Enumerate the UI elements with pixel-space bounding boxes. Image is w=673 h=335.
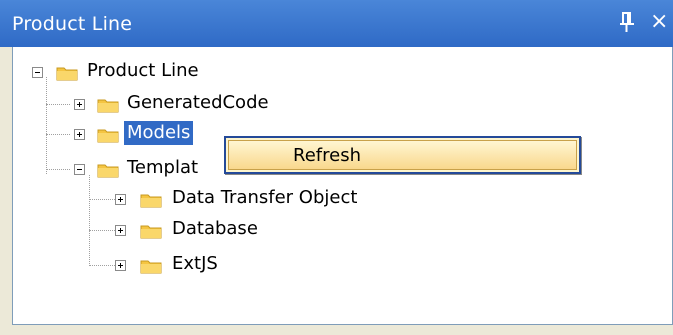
context-menu-refresh[interactable]: Refresh <box>228 140 577 170</box>
expand-icon[interactable] <box>115 225 126 236</box>
tree-connector <box>89 175 90 266</box>
folder-icon <box>97 129 119 143</box>
tree-connector <box>46 77 47 174</box>
panel-titlebar: Product Line × <box>0 0 673 47</box>
panel-left-edge <box>0 47 12 335</box>
folder-icon <box>97 99 119 113</box>
panel-title: Product Line <box>12 13 133 35</box>
tree-connector <box>46 104 70 105</box>
expand-icon[interactable] <box>115 260 126 271</box>
collapse-icon[interactable] <box>32 67 43 78</box>
close-icon[interactable]: × <box>650 8 673 36</box>
tree-connector <box>46 169 70 170</box>
tree-connector <box>89 265 115 266</box>
folder-icon <box>140 260 162 274</box>
pin-icon[interactable] <box>618 10 636 34</box>
tree-view[interactable]: Product Line GeneratedCode Models Templa… <box>12 47 673 325</box>
expand-icon[interactable] <box>74 129 85 140</box>
tree-node-generatedcode[interactable]: GeneratedCode <box>127 91 269 115</box>
product-line-panel: Product Line × Product Line GeneratedCod… <box>0 0 673 335</box>
expand-icon[interactable] <box>74 99 85 110</box>
folder-icon <box>97 164 119 178</box>
tree-connector <box>89 199 115 200</box>
folder-icon <box>56 67 78 81</box>
tree-node-models[interactable]: Models <box>122 120 195 146</box>
collapse-icon[interactable] <box>74 164 85 175</box>
folder-icon <box>140 225 162 239</box>
folder-icon <box>140 194 162 208</box>
context-menu-refresh-label: Refresh <box>293 145 361 166</box>
tree-node-extjs[interactable]: ExtJS <box>172 252 218 276</box>
tree-connector <box>89 230 115 231</box>
context-menu: Refresh <box>224 136 581 174</box>
tree-node-data-transfer-object[interactable]: Data Transfer Object <box>172 186 357 210</box>
tree-connector <box>46 134 70 135</box>
expand-icon[interactable] <box>115 194 126 205</box>
tree-node-product-line[interactable]: Product Line <box>87 59 199 83</box>
tree-node-templates[interactable]: Templat <box>127 156 198 180</box>
tree-node-database[interactable]: Database <box>172 217 258 241</box>
panel-bottom-edge <box>0 325 673 335</box>
